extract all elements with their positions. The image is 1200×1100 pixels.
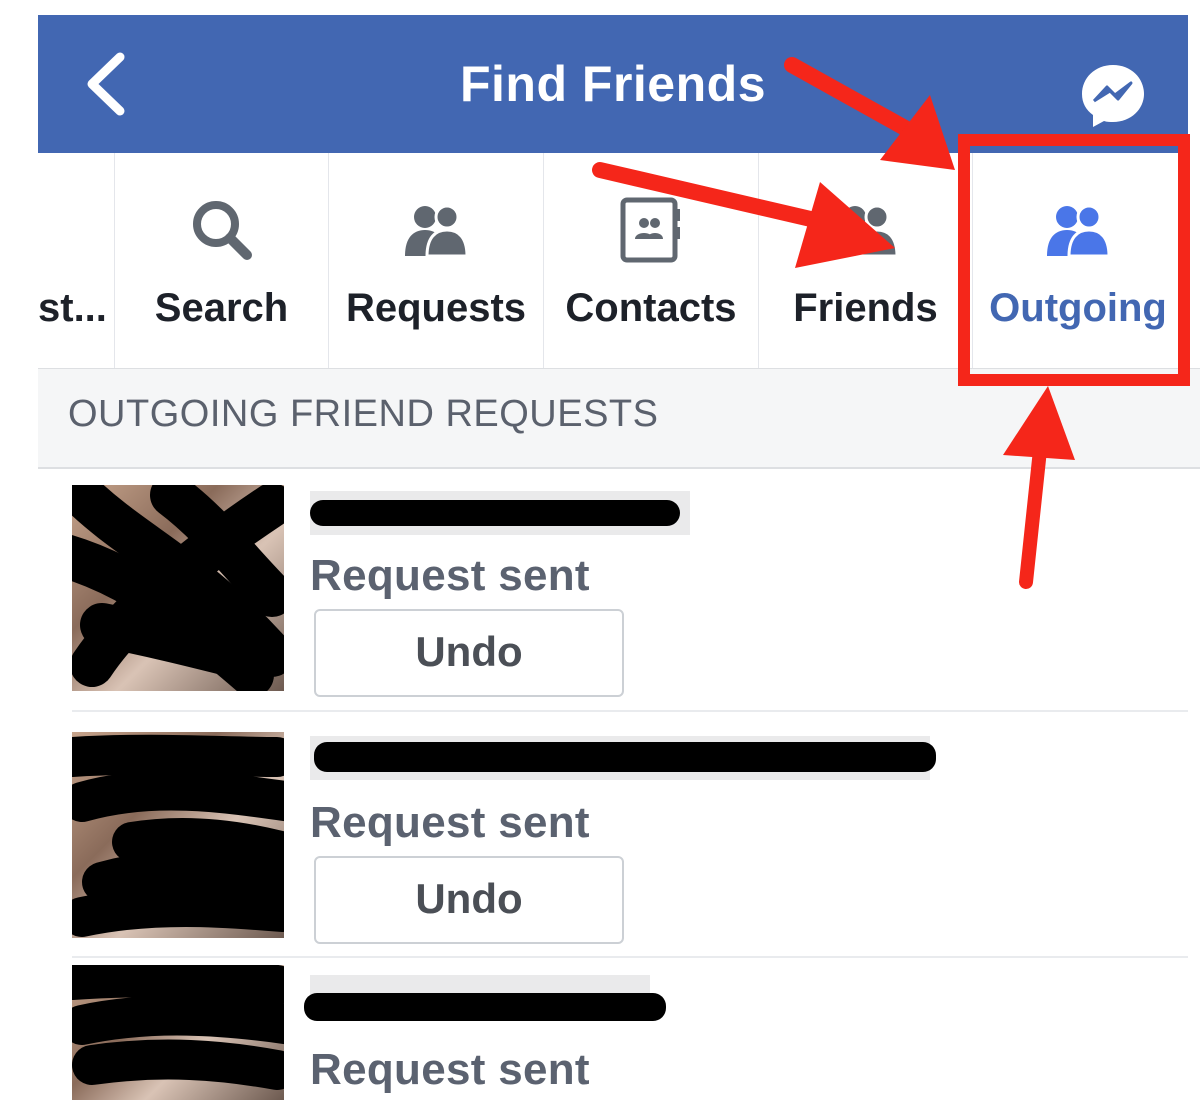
section-title: OUTGOING FRIEND REQUESTS [68,393,659,435]
tab-label: st... [38,286,107,330]
avatar[interactable] [72,732,284,938]
chevron-left-icon [87,52,125,116]
undo-button[interactable]: Undo [314,609,624,697]
list-item[interactable]: Request sent Undo [72,485,1188,697]
request-status: Request sent [310,798,590,847]
contacts-book-icon [620,197,680,263]
tab-requests[interactable]: Requests [329,153,543,368]
tab-label: Search [154,286,289,330]
tab-label: Friends [793,286,938,330]
tab-friends[interactable]: Friends [759,153,972,368]
scribble-redaction [72,734,284,937]
list-item[interactable]: Request sent Undo [72,732,1188,944]
request-status: Request sent [310,551,590,600]
undo-button[interactable]: Undo [314,856,624,944]
scribble-redaction [72,965,284,1090]
tab-outgoing[interactable]: Outgoing [973,153,1183,368]
row-divider [72,710,1188,712]
top-navigation-bar: Find Friends [38,15,1188,153]
back-button[interactable] [78,51,138,117]
tab-label: Contacts [565,286,737,330]
redacted-name[interactable] [314,742,936,772]
avatar[interactable] [72,485,284,691]
tab-search[interactable]: Search [115,153,328,368]
avatar[interactable] [72,965,284,1100]
section-header: OUTGOING FRIEND REQUESTS [38,369,1200,469]
page-title: Find Friends [460,56,766,112]
people-icon [1047,204,1111,258]
redacted-name[interactable] [304,993,666,1021]
row-divider [72,956,1188,958]
scribble-redaction [72,485,284,691]
messenger-icon [1082,65,1144,127]
tab-suggestions[interactable]: st... [38,153,114,368]
tab-contacts[interactable]: Contacts [544,153,758,368]
request-status: Request sent [310,1045,590,1094]
tab-label: Requests [345,286,527,330]
redacted-name[interactable] [310,500,680,526]
people-icon [405,204,469,258]
people-icon [834,204,899,258]
find-friends-tab-bar: st... Search Requests Contacts Friends O… [38,153,1200,369]
search-icon [192,201,252,260]
list-item[interactable]: Request sent [72,965,1188,1100]
messenger-button[interactable] [1078,61,1148,131]
tab-label: Outgoing [989,286,1167,330]
